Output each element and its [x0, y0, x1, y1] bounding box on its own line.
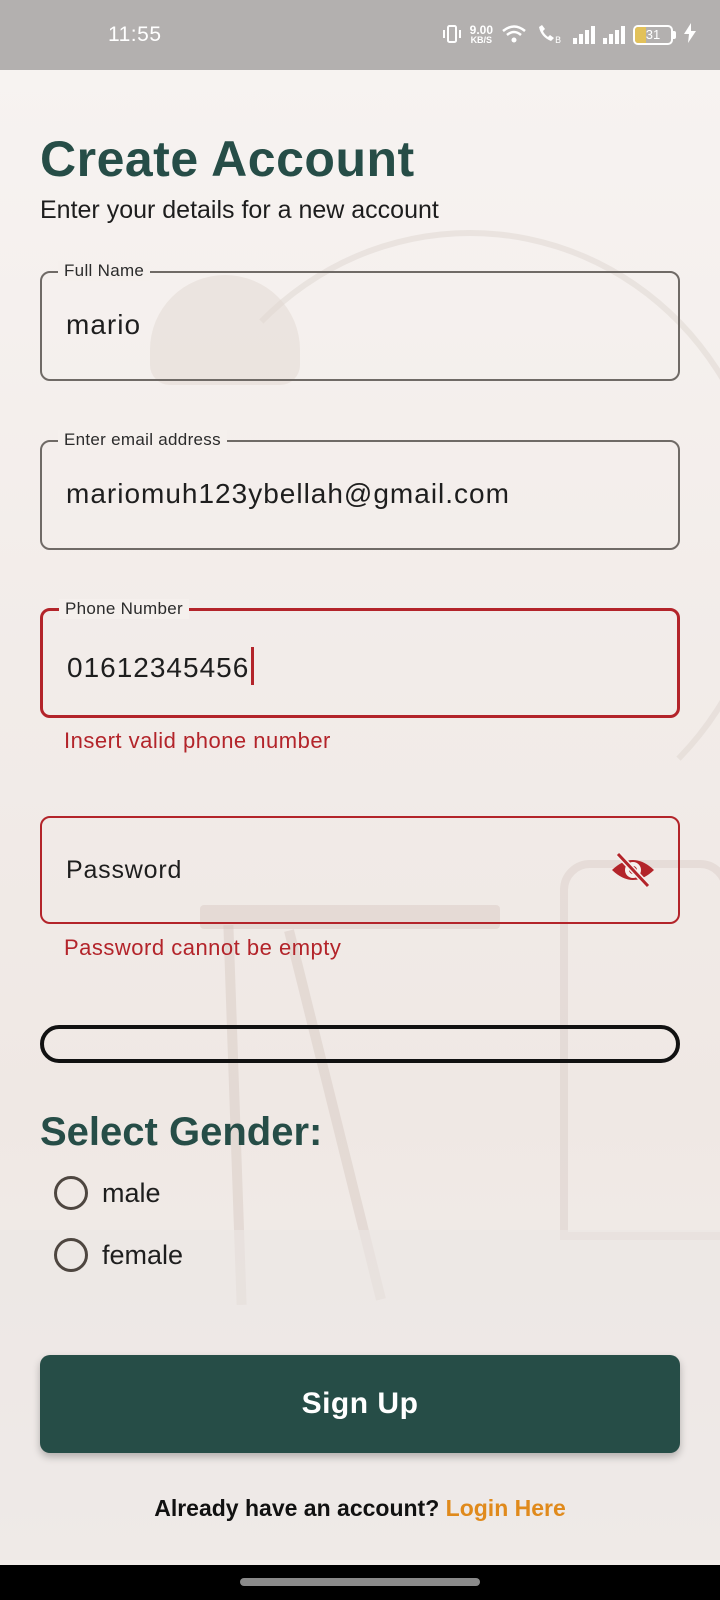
phone-input[interactable]: 01612345456 [67, 647, 255, 685]
password-error: Password cannot be empty [64, 935, 342, 960]
female-radio[interactable] [54, 1238, 88, 1272]
navigation-bar [0, 1565, 720, 1600]
login-prompt-row: Already have an account? Login Here [40, 1495, 680, 1522]
email-field[interactable]: Enter email address mariomuh123ybellah@g… [40, 430, 680, 550]
gender-option-female[interactable]: female [54, 1238, 183, 1272]
full-name-field[interactable]: Full Name mario [40, 261, 680, 381]
page-subtitle: Enter your details for a new account [40, 196, 439, 224]
phone-field[interactable]: Phone Number 01612345456 [40, 599, 680, 718]
home-gesture-handle[interactable] [240, 1578, 480, 1586]
male-label: male [102, 1177, 161, 1208]
password-input[interactable]: Password [66, 856, 182, 885]
login-prompt: Already have an account? [154, 1495, 440, 1521]
network-speed: 9.00 KB/S [469, 23, 493, 45]
signal-icon-sim1 [573, 26, 595, 44]
text-cursor [251, 647, 255, 685]
status-icons: 9.00 KB/S B 31 [442, 22, 696, 48]
full-name-input[interactable]: mario [66, 309, 141, 341]
login-link[interactable]: Login Here [446, 1495, 566, 1521]
gender-option-male[interactable]: male [54, 1176, 161, 1210]
charging-icon [684, 22, 696, 48]
password-field[interactable]: Password [40, 816, 680, 924]
battery-icon: 31 [633, 25, 676, 45]
phone-label: Phone Number [59, 599, 189, 619]
signal-icon-sim2 [603, 26, 625, 44]
svg-text:B: B [555, 36, 561, 45]
phone-error: Insert valid phone number [64, 728, 331, 753]
female-label: female [102, 1239, 184, 1270]
email-input[interactable]: mariomuh123ybellah@gmail.com [66, 478, 510, 510]
password-strength-bar [40, 1025, 680, 1063]
wifi-calling-icon: B [535, 23, 565, 48]
signup-button[interactable]: Sign Up [40, 1355, 680, 1453]
eye-off-icon[interactable] [610, 850, 656, 890]
vibrate-icon [442, 24, 462, 47]
gender-title: Select Gender: [40, 1110, 323, 1154]
page-title: Create Account [40, 131, 415, 187]
email-label: Enter email address [58, 430, 227, 450]
full-name-label: Full Name [58, 261, 151, 281]
male-radio[interactable] [54, 1176, 88, 1210]
status-time: 11:55 [108, 23, 162, 46]
status-bar: 11:55 9.00 KB/S B 31 [0, 0, 720, 70]
wifi-icon [501, 24, 527, 47]
